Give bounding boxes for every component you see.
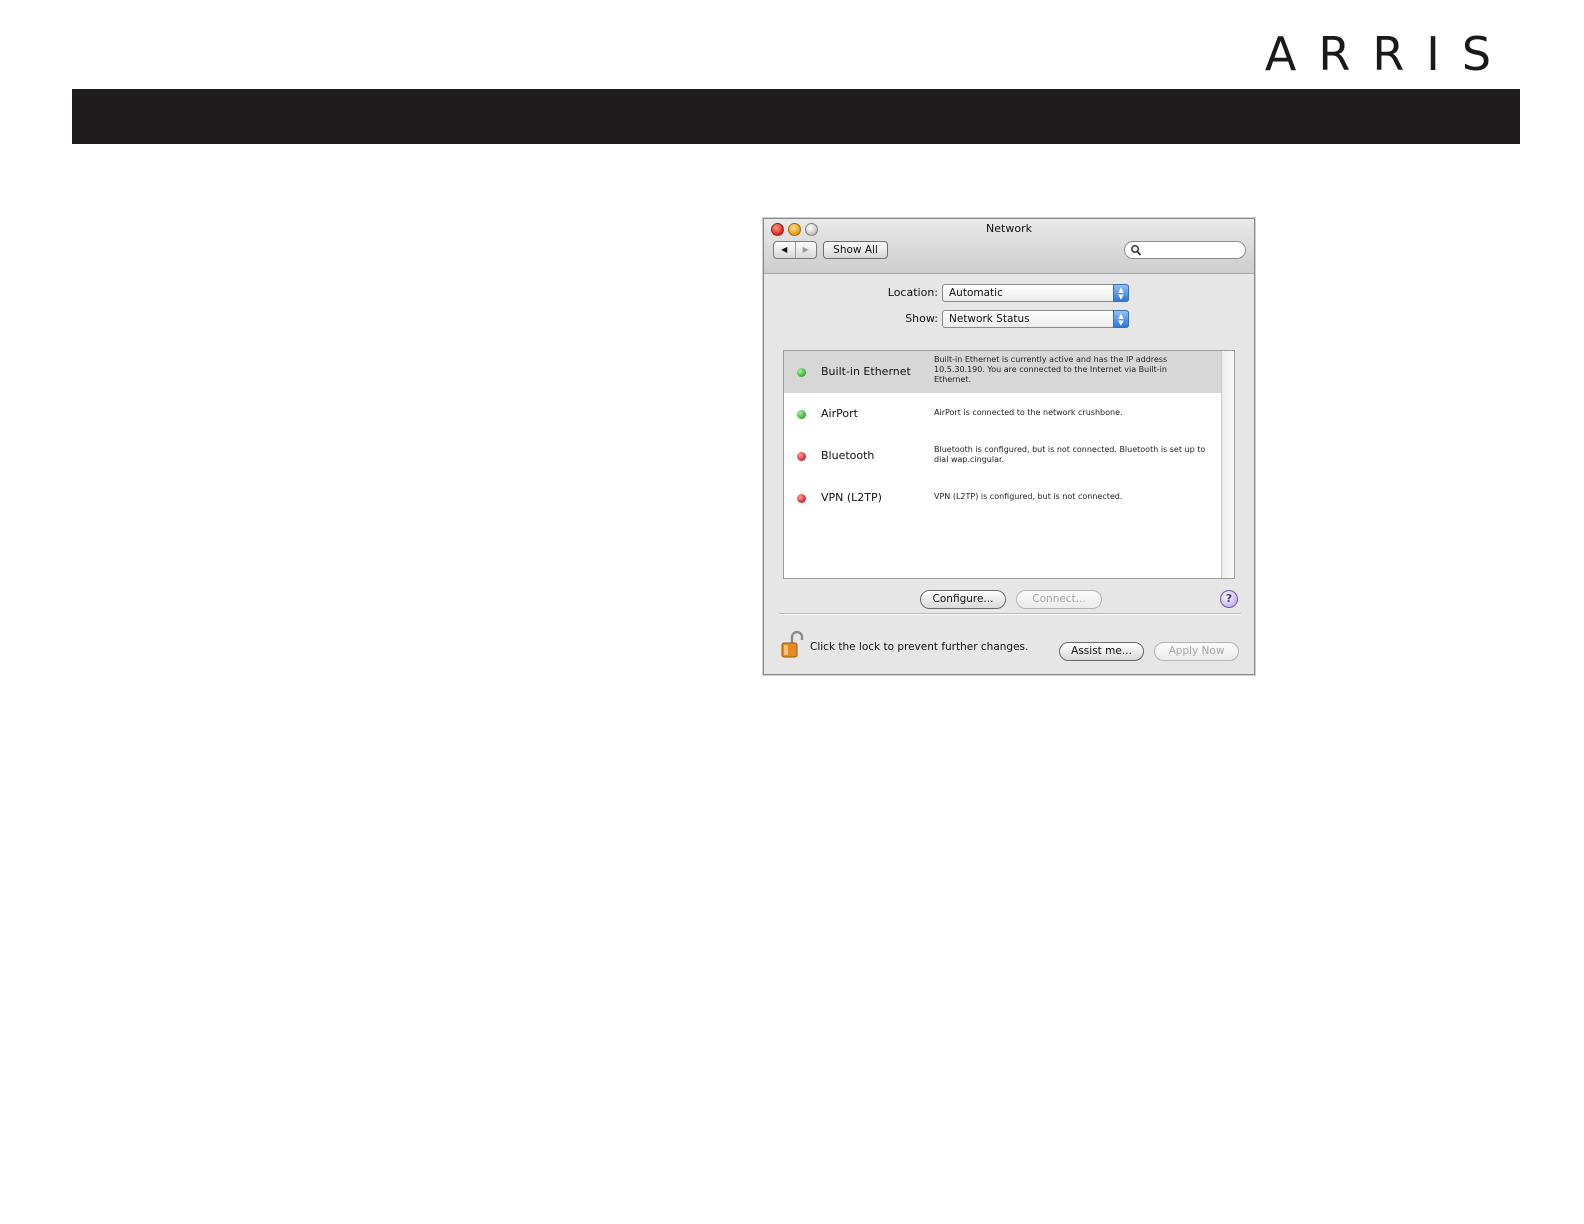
location-label: Location: <box>887 286 938 299</box>
list-item[interactable]: AirPort AirPort is connected to the netw… <box>784 393 1221 435</box>
connect-button[interactable]: Connect... <box>1016 590 1102 609</box>
service-description: VPN (L2TP) is configured, but is not con… <box>934 492 1123 501</box>
service-description: Built-in Ethernet is currently active an… <box>934 355 1168 384</box>
arris-logo-image: ARRIS <box>1265 27 1513 75</box>
service-description: Bluetooth is configured, but is not conn… <box>934 445 1206 464</box>
configure-button[interactable]: Configure... <box>920 590 1006 609</box>
lock-status-text: Click the lock to prevent further change… <box>810 641 1029 653</box>
service-name: Bluetooth <box>821 449 875 462</box>
back-forward-control[interactable]: ◀ ▶ <box>773 241 817 259</box>
service-name: VPN (L2TP) <box>821 491 882 504</box>
location-select[interactable]: Automatic ▲ ▼ <box>942 284 1129 302</box>
divider <box>779 613 1241 614</box>
service-description: AirPort is connected to the network crus… <box>934 408 1123 417</box>
list-item[interactable]: Built-in Ethernet Built-in Ethernet is c… <box>784 351 1221 393</box>
popup-arrows-icon: ▲ ▼ <box>1113 284 1129 302</box>
popup-arrows-icon: ▲ ▼ <box>1113 310 1129 328</box>
unlocked-lock-icon[interactable] <box>781 631 805 659</box>
search-icon <box>1131 245 1142 256</box>
network-status-list: Built-in Ethernet Built-in Ethernet is c… <box>783 350 1235 579</box>
back-arrow-icon[interactable]: ◀ <box>774 242 796 258</box>
service-name: Built-in Ethernet <box>821 365 911 378</box>
status-red-icon <box>797 494 806 503</box>
status-green-icon <box>797 410 806 419</box>
service-name: AirPort <box>821 407 858 420</box>
help-icon[interactable]: ? <box>1220 590 1238 608</box>
list-item[interactable]: Bluetooth Bluetooth is configured, but i… <box>784 435 1221 477</box>
svg-text:ARRIS: ARRIS <box>1265 27 1513 75</box>
arris-logo: ARRIS <box>1258 27 1520 75</box>
network-preferences-window: Network ◀ ▶ Show All Location: Automatic… <box>763 218 1255 675</box>
window-toolbar: Network ◀ ▶ Show All <box>764 219 1254 274</box>
show-select[interactable]: Network Status ▲ ▼ <box>942 310 1129 328</box>
show-all-button[interactable]: Show All <box>823 241 888 259</box>
status-red-icon <box>797 452 806 461</box>
list-scrollbar[interactable] <box>1221 351 1234 578</box>
status-green-icon <box>797 368 806 377</box>
list-item[interactable]: VPN (L2TP) VPN (L2TP) is configured, but… <box>784 477 1221 519</box>
location-value: Automatic <box>949 287 1003 299</box>
search-input[interactable] <box>1124 241 1246 259</box>
assist-me-button[interactable]: Assist me... <box>1059 642 1144 661</box>
forward-arrow-icon[interactable]: ▶ <box>796 242 817 258</box>
show-label: Show: <box>905 312 938 325</box>
apply-now-button[interactable]: Apply Now <box>1154 642 1239 661</box>
header-bar <box>72 89 1520 144</box>
window-title: Network <box>986 222 1032 235</box>
show-value: Network Status <box>949 313 1030 325</box>
